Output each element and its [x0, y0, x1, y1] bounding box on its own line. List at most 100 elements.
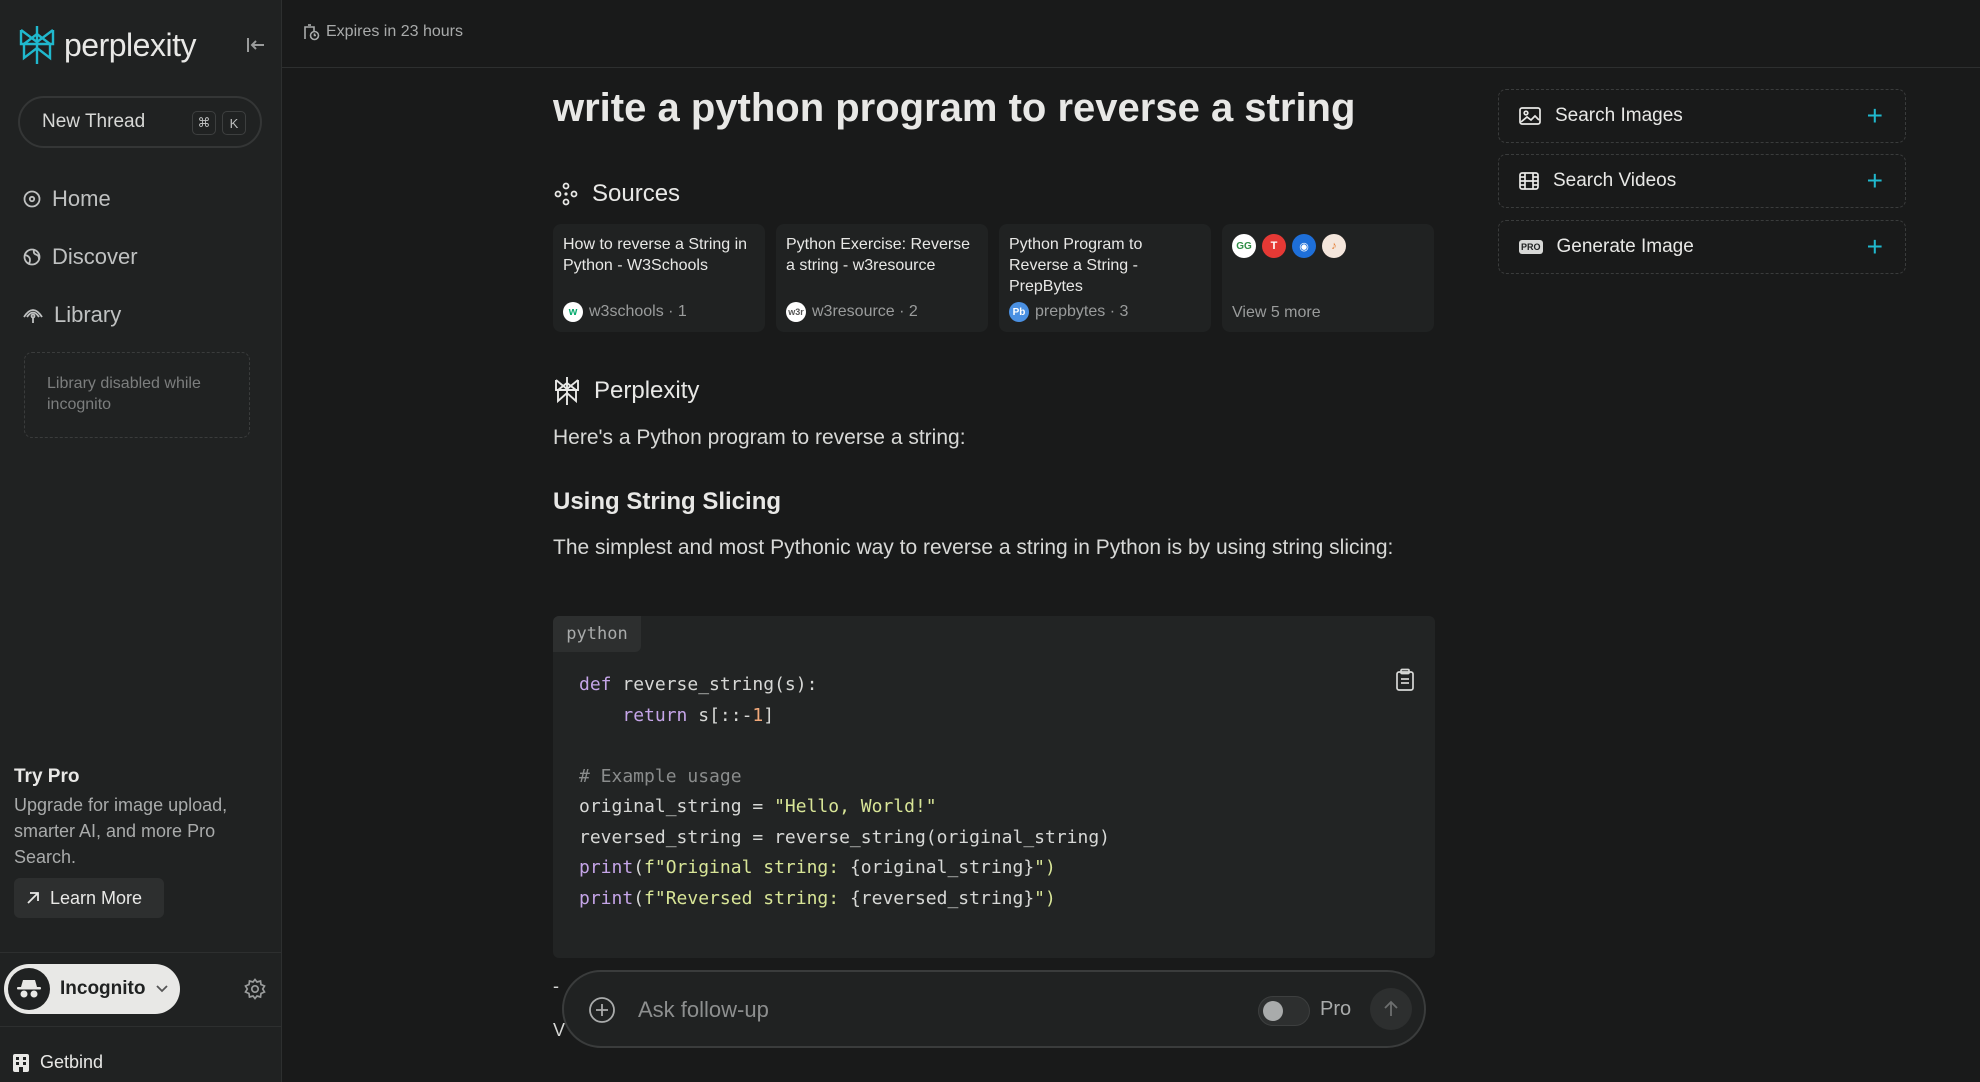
- chevron-down-icon: [155, 981, 169, 997]
- source-site: w3schools: [589, 303, 664, 320]
- answer-heading-label: Perplexity: [594, 377, 700, 404]
- sidebar-item-label: Home: [52, 186, 111, 211]
- sidebar-item-discover[interactable]: Discover: [22, 244, 138, 270]
- site-favicon-icon: ◉: [1292, 234, 1316, 258]
- arrow-up-right-icon: [27, 892, 39, 904]
- sidebar-item-library[interactable]: Library: [22, 302, 121, 328]
- workspace-label: Getbind: [40, 1052, 104, 1072]
- divider: [0, 952, 282, 953]
- library-disabled-notice: Library disabled while incognito: [24, 352, 250, 438]
- pro-badge-icon: PRO: [1519, 240, 1543, 254]
- source-card[interactable]: Python Program to Reverse a String - Pre…: [999, 224, 1211, 332]
- sidebar-item-home[interactable]: Home: [22, 186, 111, 212]
- source-card[interactable]: Python Exercise: Reverse a string - w3re…: [776, 224, 988, 332]
- video-icon: [1519, 172, 1539, 190]
- incognito-icon: [17, 980, 41, 998]
- source-meta: w3r w3resource · 2: [786, 302, 918, 322]
- settings-gear-icon[interactable]: [244, 978, 266, 1000]
- avatar: [8, 968, 50, 1010]
- k-key: K: [222, 111, 246, 135]
- query-title: write a python program to reverse a stri…: [553, 86, 1356, 130]
- source-title: Python Program to Reverse a String - Pre…: [1009, 236, 1143, 295]
- sidebar-item-label: Library: [54, 302, 122, 327]
- new-thread-button[interactable]: New Thread ⌘ K: [18, 96, 262, 148]
- source-index: 1: [677, 303, 687, 320]
- text-fragment: V: [553, 1020, 566, 1040]
- search-images-button[interactable]: Search Images +: [1498, 89, 1906, 143]
- cmd-key: ⌘: [192, 111, 216, 135]
- timer-icon: [304, 24, 320, 41]
- submit-button[interactable]: [1370, 988, 1412, 1030]
- source-meta: Pb prepbytes · 3: [1009, 302, 1128, 322]
- answer-subheading: Using String Slicing: [553, 488, 782, 515]
- account-switcher[interactable]: Incognito: [4, 964, 180, 1014]
- clipboard-icon[interactable]: [1395, 668, 1415, 692]
- view-more-label: View 5 more: [1232, 304, 1321, 321]
- divider: [0, 1026, 282, 1027]
- plus-icon: +: [1866, 165, 1883, 196]
- w3schools-favicon-icon: w: [563, 302, 583, 322]
- w3resource-favicon-icon: w3r: [786, 302, 806, 322]
- plus-icon: +: [1866, 231, 1883, 262]
- site-favicon-icon: ♪: [1322, 234, 1346, 258]
- right-panel-label: Generate Image: [1556, 236, 1694, 257]
- try-pro-text: Upgrade for image upload, smarter AI, an…: [14, 795, 228, 867]
- followup-bar: Pro: [562, 970, 1426, 1048]
- perplexity-icon: [555, 377, 579, 405]
- logo[interactable]: perplexity: [18, 24, 196, 66]
- followup-input[interactable]: [638, 996, 1198, 1024]
- arrow-up-icon: [1384, 1000, 1398, 1016]
- home-icon: [23, 190, 41, 208]
- attach-plus-icon[interactable]: [588, 996, 616, 1024]
- generate-image-button[interactable]: PRO Generate Image +: [1498, 220, 1906, 274]
- top-bar: Expires in 23 hours: [282, 0, 1980, 68]
- answer-intro: Here's a Python program to reverse a str…: [553, 426, 966, 449]
- source-title: How to reverse a String in Python - W3Sc…: [563, 236, 748, 274]
- learn-more-label: Learn More: [50, 887, 143, 908]
- expiry-label: Expires in 23 hours: [326, 23, 463, 40]
- new-thread-label: New Thread: [42, 111, 146, 132]
- image-icon: [1519, 107, 1541, 125]
- code-block: python def reverse_string(s): return s[:…: [553, 616, 1435, 958]
- perplexity-logo-icon: [19, 26, 55, 64]
- collapse-sidebar-button[interactable]: [244, 34, 268, 56]
- pro-toggle[interactable]: [1258, 996, 1310, 1026]
- expiry-notice: Expires in 23 hours: [302, 23, 463, 41]
- prepbytes-favicon-icon: Pb: [1009, 302, 1029, 322]
- account-label: Incognito: [60, 978, 146, 999]
- learn-more-button[interactable]: Learn More: [14, 878, 164, 918]
- sources-heading-label: Sources: [592, 180, 681, 207]
- more-favicons: GG T ◉ ♪: [1232, 234, 1424, 258]
- pro-toggle-label: Pro: [1320, 998, 1352, 1020]
- text-fragment: -: [553, 976, 559, 996]
- answer-heading: Perplexity: [554, 376, 699, 406]
- right-panel-label: Search Videos: [1553, 170, 1677, 191]
- source-index: 3: [1119, 303, 1129, 320]
- plus-icon: +: [1866, 100, 1883, 131]
- source-card[interactable]: How to reverse a String in Python - W3Sc…: [553, 224, 765, 332]
- answer-paragraph: The simplest and most Pythonic way to re…: [553, 536, 1394, 559]
- search-videos-button[interactable]: Search Videos +: [1498, 154, 1906, 208]
- source-site: w3resource: [812, 303, 895, 320]
- source-index: 2: [908, 303, 918, 320]
- collapse-icon: [247, 38, 264, 52]
- source-meta: w w3schools · 1: [563, 302, 687, 322]
- toggle-knob: [1263, 1001, 1283, 1021]
- source-title: Python Exercise: Reverse a string - w3re…: [786, 236, 971, 274]
- sidebar: perplexity New Thread ⌘ K Home Discover …: [0, 0, 282, 1082]
- tutorialspoint-favicon-icon: T: [1262, 234, 1286, 258]
- right-panel-label: Search Images: [1555, 105, 1683, 126]
- building-icon: [13, 1053, 29, 1072]
- geeksforgeeks-favicon-icon: GG: [1232, 234, 1256, 258]
- try-pro-title: Try Pro: [14, 766, 80, 787]
- sidebar-item-label: Discover: [52, 244, 138, 269]
- library-icon: [23, 309, 43, 323]
- source-site: prepbytes: [1035, 303, 1106, 320]
- view-more-sources-card[interactable]: GG T ◉ ♪ View 5 more: [1222, 224, 1434, 332]
- sources-heading: Sources: [554, 180, 680, 208]
- sources-icon: [554, 182, 578, 206]
- app-name: perplexity: [64, 26, 196, 63]
- workspace-item[interactable]: Getbind: [12, 1052, 103, 1073]
- code-language-tag: python: [553, 616, 641, 652]
- code-content: def reverse_string(s): return s[::-1] # …: [579, 674, 1111, 909]
